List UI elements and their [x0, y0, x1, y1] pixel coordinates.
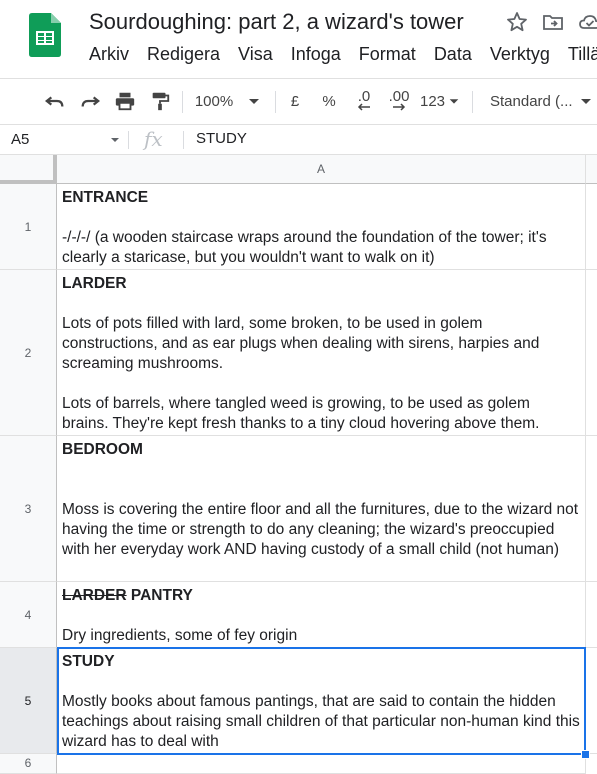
row-header-3[interactable]: 3	[0, 436, 57, 582]
struck-text: LARDER	[62, 587, 127, 604]
cell-title: PANTRY	[126, 587, 193, 604]
cell-a1[interactable]: ENTRANCE -/-/-/ (a wooden staircase wrap…	[57, 184, 586, 270]
menu-tillagg[interactable]: Tilläg	[559, 44, 597, 65]
formula-bar-separator	[128, 131, 129, 149]
currency-format-button[interactable]: £	[283, 87, 307, 115]
menu-redigera[interactable]: Redigera	[138, 44, 229, 65]
formula-input[interactable]: STUDY	[196, 130, 247, 147]
cell-title: STUDY	[62, 653, 115, 670]
chevron-down-icon	[449, 99, 459, 104]
chevron-down-icon	[249, 99, 260, 104]
name-box[interactable]: A5	[0, 125, 128, 154]
cell-a2[interactable]: LARDER Lots of pots filled with lard, so…	[57, 270, 586, 436]
zoom-value: 100%	[194, 92, 234, 110]
menu-format[interactable]: Format	[350, 44, 425, 65]
undo-button[interactable]	[40, 87, 70, 115]
zoom-select[interactable]: 100%	[192, 87, 264, 115]
more-formats-button[interactable]: 123	[418, 87, 462, 115]
cell-body: Lots of pots filled with lard, some brok…	[62, 315, 540, 432]
decrease-decimals-label: .0	[357, 88, 371, 105]
font-family-select[interactable]: Standard (...	[482, 87, 597, 115]
menu-verktyg[interactable]: Verktyg	[481, 44, 559, 65]
fill-handle[interactable]	[581, 750, 590, 759]
toolbar-separator	[275, 91, 276, 113]
font-family-value: Standard (...	[490, 92, 573, 110]
column-header-b[interactable]	[586, 155, 597, 184]
sheets-logo-icon[interactable]	[29, 13, 61, 57]
undo-icon	[44, 96, 64, 107]
formula-bar: A5 fx STUDY	[0, 124, 597, 155]
increase-decimals-label: .00	[388, 88, 410, 105]
menu-bar: Arkiv Redigera Visa Infoga Format Data Verktyg…	[80, 44, 597, 68]
cell-title-struck: LARDER	[62, 587, 127, 604]
menu-visa[interactable]: Visa	[229, 44, 282, 65]
cell-a4[interactable]: LARDER PANTRY Dry ingredients, some of f…	[57, 582, 586, 648]
row-header-6[interactable]: 6	[0, 754, 57, 774]
cell-title: ENTRANCE	[62, 189, 149, 206]
row-header-2[interactable]: 2	[0, 270, 57, 436]
paint-format-button[interactable]	[145, 87, 175, 115]
chevron-down-icon	[580, 99, 591, 104]
cell-title: BEDROOM	[62, 441, 143, 458]
cell-b4[interactable]	[586, 582, 597, 648]
cell-b1[interactable]	[586, 184, 597, 270]
spreadsheet-grid: A 1 ENTRANCE -/-/-/ (a wooden staircase …	[0, 155, 597, 774]
toolbar-separator	[182, 91, 183, 113]
row-header-5[interactable]: 5	[0, 648, 57, 754]
print-button[interactable]	[110, 87, 140, 115]
increase-decimals-button[interactable]: .00	[384, 87, 414, 115]
cell-b5[interactable]	[586, 648, 597, 754]
function-icon: fx	[144, 127, 163, 151]
paint-roller-icon	[152, 92, 170, 111]
cell-body: Moss is covering the entire floor and al…	[62, 501, 579, 558]
formula-bar-separator	[183, 131, 184, 149]
cell-body: Mostly books about famous pantings, that…	[62, 693, 580, 750]
toolbar-separator	[472, 91, 473, 113]
cell-b3[interactable]	[586, 436, 597, 582]
cell-a3[interactable]: BEDROOM Moss is covering the entire floo…	[57, 436, 586, 582]
menu-data[interactable]: Data	[425, 44, 481, 65]
menu-infoga[interactable]: Infoga	[282, 44, 350, 65]
redo-button[interactable]	[75, 87, 105, 115]
cell-b2[interactable]	[586, 270, 597, 436]
more-formats-label: 123	[419, 92, 446, 110]
cloud-status-icon[interactable]	[578, 10, 597, 34]
name-box-value: A5	[11, 131, 30, 148]
document-title[interactable]: Sourdoughing: part 2, a wizard's tower	[89, 9, 464, 35]
cell-a6[interactable]	[57, 754, 586, 774]
star-icon[interactable]	[505, 10, 529, 34]
decrease-decimals-button[interactable]: .0	[350, 87, 378, 115]
cell-title: LARDER	[62, 275, 127, 292]
chevron-down-icon	[111, 138, 119, 142]
cell-a5[interactable]: STUDY Mostly books about famous pantings…	[57, 648, 586, 754]
move-folder-icon[interactable]	[541, 10, 565, 34]
menu-arkiv[interactable]: Arkiv	[80, 44, 138, 65]
column-header-a[interactable]: A	[57, 155, 586, 184]
row-header-1[interactable]: 1	[0, 184, 57, 270]
redo-icon	[81, 96, 101, 107]
row-header-4[interactable]: 4	[0, 582, 57, 648]
cell-body: -/-/-/ (a wooden staircase wraps around …	[62, 229, 547, 266]
toolbar: 100% £ % .0 .00 123 Standard (...	[0, 79, 597, 123]
print-icon	[115, 92, 135, 111]
select-all-corner[interactable]	[0, 155, 57, 184]
percent-format-button[interactable]: %	[317, 87, 341, 115]
arrow-right-icon	[393, 103, 406, 111]
cell-body: Dry ingredients, some of fey origin	[62, 627, 298, 644]
arrow-left-icon	[357, 103, 370, 111]
